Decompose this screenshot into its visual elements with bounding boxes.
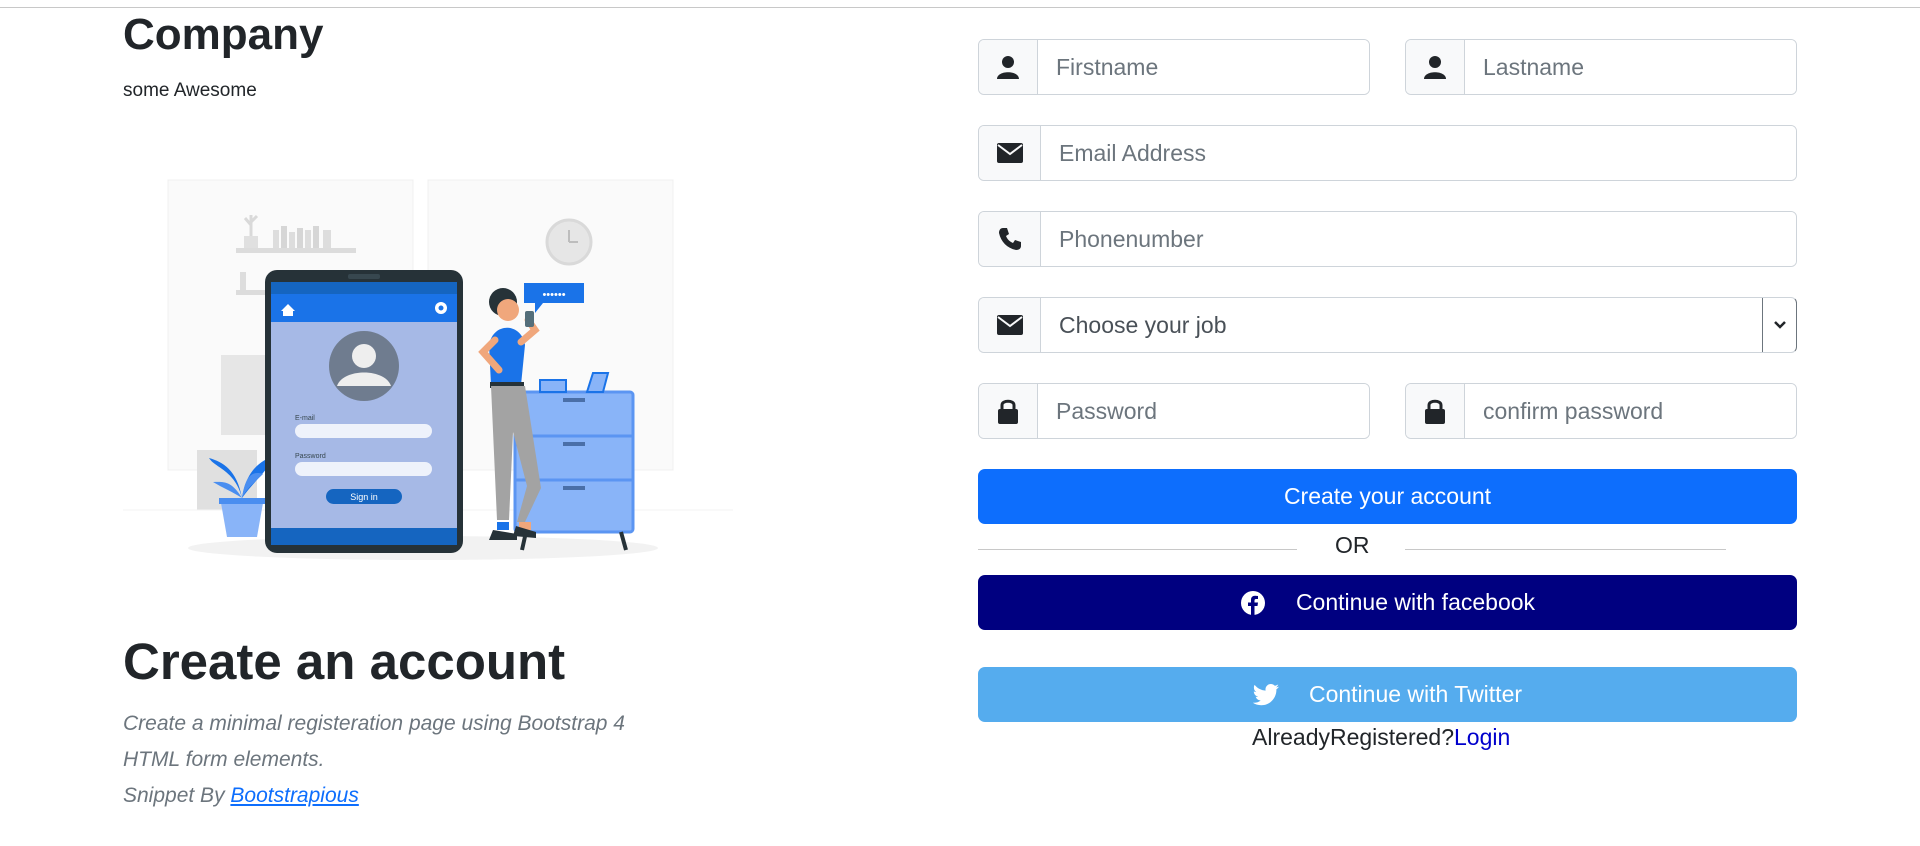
login-link[interactable]: Login: [1454, 724, 1510, 750]
twitter-login-button[interactable]: Continue with Twitter: [978, 667, 1797, 722]
lastname-input[interactable]: [1465, 40, 1796, 94]
lastname-group: [1405, 39, 1797, 95]
illustration-password-label: Password: [295, 453, 326, 460]
already-registered: AlreadyRegistered?Login: [1252, 724, 1510, 751]
or-divider: OR: [978, 530, 1726, 560]
twitter-button-label: Continue with Twitter: [1308, 681, 1523, 707]
brand-tagline: some Awesome: [123, 80, 257, 101]
intro-description-text: Create a minimal registeration page usin…: [123, 712, 625, 771]
or-label: OR: [1335, 532, 1370, 558]
credit-prefix: Snippet By: [123, 784, 231, 807]
create-account-button[interactable]: Create your account: [978, 469, 1797, 524]
envelope-icon: [979, 126, 1041, 180]
user-icon: [1406, 40, 1465, 94]
password-group: [978, 383, 1370, 439]
job-select[interactable]: Choose your job: [1041, 298, 1762, 352]
confirm-password-group: [1405, 383, 1797, 439]
facebook-button-label: Continue with facebook: [1295, 589, 1536, 615]
password-input[interactable]: [1038, 384, 1369, 438]
chevron-down-icon[interactable]: [1762, 298, 1796, 352]
illustration-email-label: E-mail: [295, 415, 315, 422]
email-input[interactable]: [1041, 126, 1796, 180]
or-line-right: [1405, 549, 1726, 550]
envelope-icon: [979, 298, 1041, 352]
email-group: [978, 125, 1797, 181]
brand-name: Company: [123, 10, 324, 59]
job-select-group: Choose your job: [978, 297, 1797, 353]
firstname-input[interactable]: [1038, 40, 1369, 94]
top-divider: [0, 7, 1920, 8]
create-account-heading: Create an account: [123, 633, 566, 690]
illustration-chat-text: ••••••: [542, 289, 565, 301]
signup-illustration: E-mail Password Sign in ••••••: [123, 179, 733, 560]
user-icon: [979, 40, 1038, 94]
bootstrapious-link[interactable]: Bootstrapious: [230, 784, 358, 807]
confirm-password-input[interactable]: [1465, 384, 1796, 438]
lock-icon: [979, 384, 1038, 438]
phonenumber-input[interactable]: [1041, 212, 1796, 266]
already-registered-text: AlreadyRegistered?: [1252, 724, 1455, 750]
facebook-login-button[interactable]: Continue with facebook: [978, 575, 1797, 630]
phone-group: [978, 211, 1797, 267]
illustration-signin-label: Sign in: [350, 492, 378, 502]
intro-description: Create a minimal registeration page usin…: [123, 706, 643, 814]
twitter-icon: [1252, 682, 1279, 708]
or-line-left: [978, 549, 1297, 550]
lock-icon: [1406, 384, 1465, 438]
firstname-group: [978, 39, 1370, 95]
phone-icon: [979, 212, 1041, 266]
facebook-icon: [1240, 590, 1266, 616]
